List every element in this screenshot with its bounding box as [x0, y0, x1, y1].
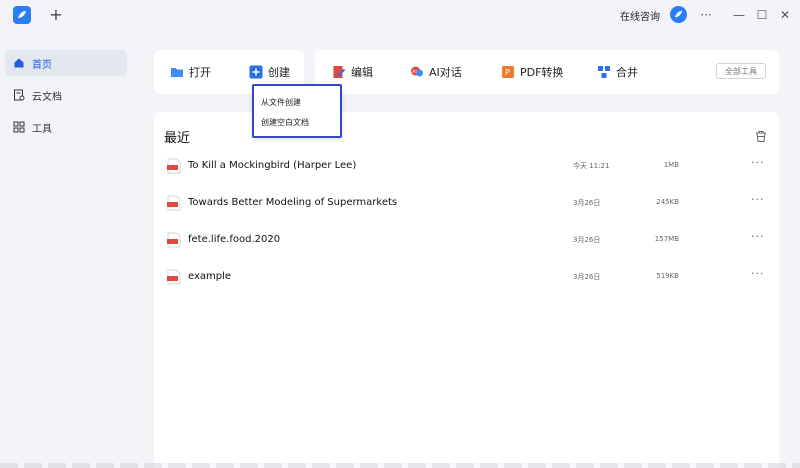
folder-icon	[170, 65, 184, 79]
file-date: 今天 11:21	[573, 162, 610, 170]
pdf-file-icon	[167, 158, 181, 174]
sidebar-item-home[interactable]: 首页	[5, 50, 127, 76]
ai-chat-icon: AI	[410, 65, 424, 79]
plus-square-icon	[249, 65, 263, 79]
online-consult-link[interactable]: 在线咨询	[620, 8, 660, 23]
minimize-button[interactable]: —	[731, 6, 747, 24]
pdf-convert-label: PDF转换	[520, 66, 564, 79]
file-size: 245KB	[656, 198, 679, 206]
maximize-button[interactable]: ☐	[754, 6, 770, 24]
file-name: Towards Better Modeling of Supermarkets	[188, 197, 398, 208]
merge-button[interactable]: 合并	[597, 50, 638, 94]
file-name: fete.life.food.2020	[188, 234, 281, 245]
sidebar-item-cloud-docs[interactable]: 云文档	[5, 82, 127, 108]
create-label: 创建	[268, 66, 290, 79]
more-options-icon[interactable]: ···	[751, 156, 765, 169]
app-logo-icon[interactable]	[13, 6, 31, 24]
create-blank-document-item[interactable]: 创建空白文档	[261, 117, 309, 128]
file-name: To Kill a Mockingbird (Harper Lee)	[188, 160, 357, 171]
file-size: 157MB	[654, 235, 679, 243]
file-date: 3月26日	[573, 199, 601, 207]
home-icon	[13, 57, 25, 69]
open-button[interactable]: 打开	[170, 50, 211, 94]
more-menu-button[interactable]: ···	[698, 6, 714, 24]
svg-text:AI: AI	[412, 69, 416, 75]
close-button[interactable]: ✕	[777, 6, 793, 24]
recent-file-row[interactable]: To Kill a Mockingbird (Harper Lee) 今天 11…	[154, 148, 779, 185]
more-options-icon[interactable]: ···	[751, 230, 765, 243]
create-from-file-item[interactable]: 从文件创建	[261, 97, 301, 108]
sidebar-item-label: 云文档	[32, 91, 62, 103]
title-bar: + 在线咨询 ··· — ☐ ✕	[0, 0, 800, 30]
trash-icon[interactable]	[754, 128, 768, 142]
pdf-file-icon	[167, 195, 181, 211]
support-avatar-icon[interactable]	[670, 6, 687, 23]
pdf-convert-icon: P	[501, 65, 515, 79]
more-options-icon[interactable]: ···	[751, 267, 765, 280]
pdf-file-icon	[167, 232, 181, 248]
file-name: example	[188, 271, 232, 282]
cloud-doc-icon	[13, 89, 25, 101]
create-dropdown-menu: 从文件创建 创建空白文档	[252, 84, 342, 138]
file-size: 519KB	[656, 272, 679, 280]
sidebar: 首页 云文档 工具	[0, 30, 135, 468]
tools-card: 编辑 AI AI对话 P PDF转换 合并 全部工具	[315, 50, 779, 94]
all-tools-button[interactable]: 全部工具	[716, 63, 766, 79]
sidebar-item-label: 首页	[32, 59, 52, 71]
file-date: 3月26日	[573, 273, 601, 281]
file-size: 1MB	[663, 161, 679, 169]
ai-chat-label: AI对话	[429, 66, 462, 79]
bottom-edge-strip	[0, 463, 800, 468]
svg-text:P: P	[505, 68, 510, 77]
sidebar-item-tools[interactable]: 工具	[5, 114, 127, 140]
merge-label: 合并	[616, 66, 638, 79]
pdf-convert-button[interactable]: P PDF转换	[501, 50, 563, 94]
tools-grid-icon	[13, 121, 25, 133]
new-tab-button[interactable]: +	[48, 5, 64, 25]
recent-title: 最近	[164, 131, 191, 146]
recent-file-row[interactable]: fete.life.food.2020 3月26日 157MB ···	[154, 222, 779, 259]
more-options-icon[interactable]: ···	[751, 193, 765, 206]
edit-label: 编辑	[351, 66, 373, 79]
pdf-file-icon	[167, 269, 181, 285]
open-label: 打开	[189, 66, 211, 79]
edit-pdf-icon	[332, 65, 346, 79]
merge-icon	[597, 65, 611, 79]
file-date: 3月26日	[573, 236, 601, 244]
recent-file-row[interactable]: example 3月26日 519KB ···	[154, 259, 779, 296]
ai-chat-button[interactable]: AI AI对话	[410, 50, 462, 94]
sidebar-item-label: 工具	[32, 123, 52, 135]
recent-file-row[interactable]: Towards Better Modeling of Supermarkets …	[154, 185, 779, 222]
